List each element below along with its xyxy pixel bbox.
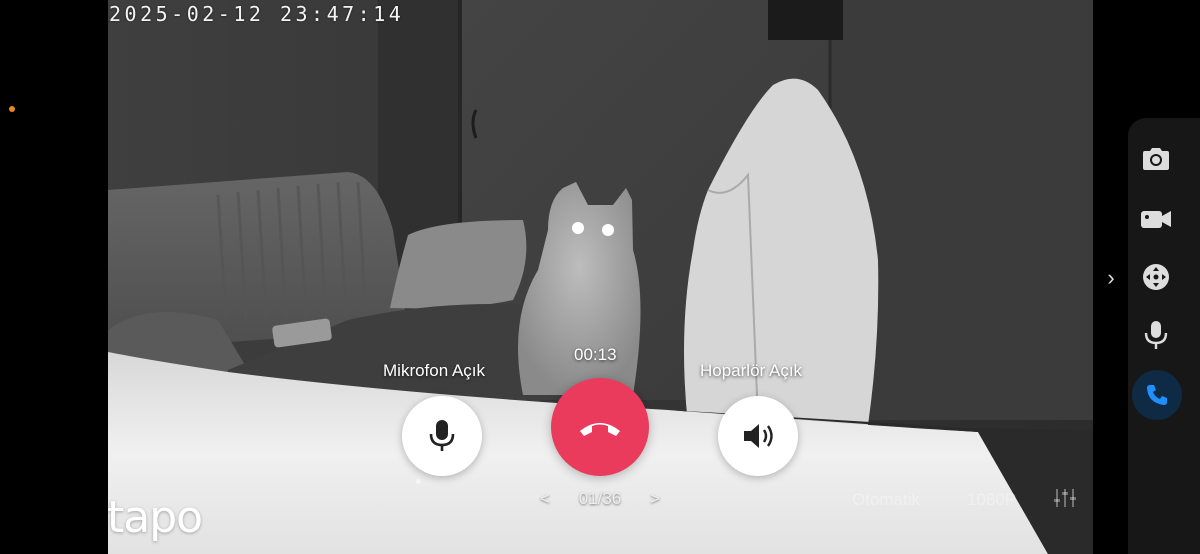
speaker-toggle-button[interactable]: [718, 396, 798, 476]
end-call-button[interactable]: [551, 378, 649, 476]
microphone-icon: [1144, 321, 1168, 349]
microphone-status-label: Mikrofon Açık: [383, 361, 486, 380]
expand-controls-button[interactable]: ›: [1103, 266, 1119, 290]
tapo-logo: tapo: [107, 492, 203, 543]
speaker-icon: [744, 424, 773, 448]
status-indicator-dot: [9, 106, 15, 112]
recording-pager: < 01/36 >: [540, 487, 660, 511]
camera-timestamp: 2025-02-12 23:47:14: [109, 2, 405, 26]
direction-pad-icon: [1143, 264, 1169, 290]
phone-icon: [1147, 385, 1167, 405]
talk-button[interactable]: [1131, 310, 1181, 360]
pan-tilt-button[interactable]: [1131, 252, 1181, 302]
pager-prev-button[interactable]: <: [540, 489, 550, 509]
resolution-button[interactable]: 1080P: [967, 490, 1016, 510]
camera-icon: [1143, 148, 1169, 170]
microphone-icon: [429, 420, 455, 451]
call-button[interactable]: [1132, 370, 1182, 420]
quality-mode-button[interactable]: Otomatik: [852, 490, 920, 510]
microphone-toggle-button[interactable]: [402, 396, 482, 476]
speaker-status-label: Hoparlör Açık: [700, 361, 803, 380]
pager-next-button[interactable]: >: [650, 489, 660, 509]
adjustments-button[interactable]: [1052, 487, 1080, 511]
call-duration: 00:13: [574, 345, 617, 364]
sliders-icon: [1054, 489, 1076, 507]
page-indicator-dot: [416, 479, 421, 484]
snapshot-button[interactable]: [1131, 134, 1181, 184]
left-rail: [0, 0, 108, 554]
record-button[interactable]: [1131, 194, 1181, 244]
hang-up-icon: [580, 423, 620, 436]
video-camera-icon: [1141, 211, 1171, 228]
pager-page-indicator: 01/36: [578, 489, 622, 508]
